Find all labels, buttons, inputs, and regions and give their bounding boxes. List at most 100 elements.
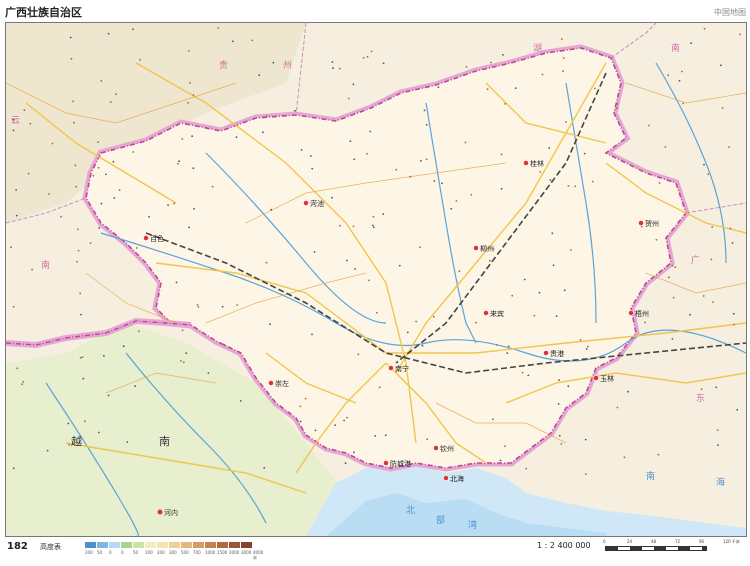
city-label[interactable]: 北海 — [450, 474, 464, 483]
elevation-tick: 1500 — [217, 550, 228, 555]
city-label[interactable]: 崇左 — [275, 379, 289, 388]
city-label[interactable]: 百色 — [150, 234, 164, 243]
label-vietnam-2: 南 — [159, 435, 170, 448]
town-dot — [500, 187, 503, 190]
town-dot — [347, 97, 350, 100]
town-dot — [196, 304, 199, 306]
city-label[interactable]: 南宁 — [395, 364, 409, 373]
city-marker[interactable] — [473, 245, 479, 251]
town-dot — [311, 167, 314, 170]
city-label[interactable]: 梧州 — [635, 309, 649, 318]
town-dot — [118, 189, 121, 192]
town-dot — [475, 321, 477, 324]
town-dot — [357, 353, 360, 356]
town-dot — [82, 377, 85, 380]
city-marker[interactable] — [638, 220, 644, 226]
city-marker[interactable] — [268, 380, 274, 386]
town-dot — [188, 226, 191, 229]
city-marker[interactable] — [143, 235, 149, 241]
town-dot — [689, 313, 691, 316]
town-dot — [239, 400, 242, 402]
city-marker[interactable] — [383, 460, 389, 466]
town-dot — [507, 345, 510, 348]
city-label[interactable]: 柳州 — [480, 244, 494, 253]
city-marker[interactable] — [388, 365, 394, 371]
town-dot — [538, 291, 541, 294]
city-label[interactable]: 贵港 — [550, 349, 564, 358]
town-dot — [720, 64, 722, 67]
town-dot — [558, 379, 560, 381]
town-dot — [552, 264, 555, 267]
town-dot — [12, 467, 15, 470]
scale-tick: 120 千米 — [723, 539, 740, 544]
town-dot — [504, 445, 506, 448]
town-dot — [79, 292, 82, 295]
city-label[interactable]: 玉林 — [600, 374, 614, 383]
elevation-swatch — [181, 542, 193, 548]
city-label[interactable]: 钦州 — [440, 444, 454, 453]
town-dot — [426, 438, 429, 440]
city-marker[interactable] — [543, 350, 549, 356]
city-marker[interactable] — [433, 445, 439, 451]
map-area[interactable]: 贵 州 湖 南 云 南 广 东 越 南 河内 北 部 湾 南 海 桂林 柳州 河池百… — [5, 22, 747, 537]
city-marker[interactable] — [303, 200, 309, 206]
city-label[interactable]: 来宾 — [490, 309, 504, 318]
page-footer: 182 高度表 200 50 0 0 50 100 200 300 500 700 1000 1500… — [0, 537, 750, 566]
city-marker[interactable] — [523, 160, 529, 166]
town-dot — [16, 367, 19, 370]
town-dot — [92, 174, 95, 177]
town-dot — [352, 83, 355, 86]
town-dot — [22, 380, 25, 383]
elevation-tick: 500 — [181, 550, 189, 555]
town-dot — [370, 50, 373, 53]
town-dot — [232, 40, 234, 43]
town-dot — [98, 227, 101, 229]
town-dot — [235, 136, 238, 139]
city-label[interactable]: 防城港 — [390, 459, 411, 468]
town-dot — [182, 361, 185, 364]
town-dot — [12, 118, 14, 121]
town-dot — [627, 390, 629, 393]
town-dot — [97, 431, 100, 434]
town-dot — [269, 323, 271, 326]
town-dot — [376, 311, 378, 314]
town-dot — [690, 42, 692, 45]
elevation-legend-label: 高度表 — [40, 543, 61, 551]
label-gulf-1: 北 — [406, 505, 415, 516]
town-dot — [433, 180, 436, 182]
label-hanoi: 河内 — [164, 508, 178, 517]
city-marker[interactable] — [593, 375, 599, 381]
page-header: 广西壮族自治区 中国地图 — [0, 0, 750, 22]
town-dot — [112, 160, 115, 163]
town-dot — [126, 441, 129, 443]
city-marker[interactable] — [443, 475, 449, 481]
elevation-swatch — [217, 542, 229, 548]
town-dot — [258, 74, 261, 76]
town-dot — [353, 158, 356, 161]
town-dot — [193, 208, 195, 210]
city-marker[interactable] — [628, 310, 634, 316]
town-dot — [31, 268, 33, 271]
elevation-swatch — [205, 542, 217, 548]
town-dot — [236, 304, 239, 306]
elevation-swatch — [193, 542, 205, 548]
town-dot — [12, 129, 15, 132]
town-dot — [314, 429, 317, 432]
town-dot — [502, 54, 504, 56]
town-dot — [623, 456, 626, 459]
map-canvas[interactable]: 贵 州 湖 南 云 南 广 东 越 南 河内 北 部 湾 南 海 桂林柳州 河池百… — [6, 23, 746, 536]
town-dot — [192, 167, 195, 170]
town-dot — [496, 344, 498, 346]
city-marker[interactable] — [483, 310, 489, 316]
city-label[interactable]: 桂林 — [530, 159, 544, 168]
town-dot — [716, 429, 719, 431]
elevation-swatch — [133, 542, 145, 548]
city-label[interactable]: 河池 — [310, 199, 324, 208]
hanoi-marker — [157, 509, 163, 515]
city-label[interactable]: 贺州 — [645, 219, 659, 228]
town-dot — [178, 160, 181, 163]
town-dot — [579, 339, 582, 341]
town-dot — [423, 109, 426, 112]
town-dot — [265, 115, 268, 118]
town-dot — [139, 58, 142, 61]
